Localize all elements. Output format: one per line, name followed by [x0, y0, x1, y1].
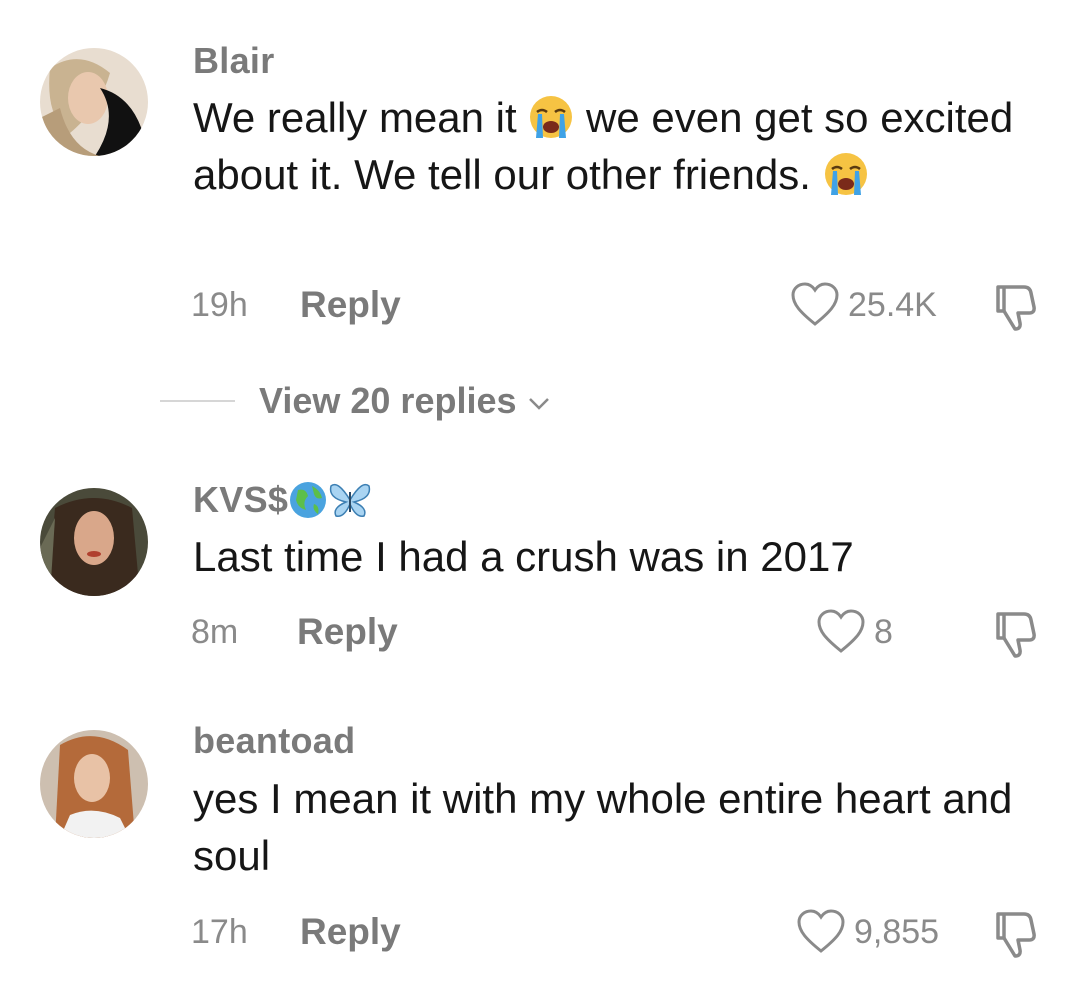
timestamp: 8m	[191, 613, 239, 651]
like-button[interactable]: 9,855	[796, 909, 939, 955]
username[interactable]: Blair	[193, 40, 275, 82]
heart-icon	[797, 909, 845, 953]
view-replies-button[interactable]: View 20 replies	[160, 380, 551, 422]
like-button[interactable]: 25.4K	[790, 282, 937, 328]
dislike-icon[interactable]	[990, 281, 1042, 333]
username[interactable]: beantoad	[193, 720, 355, 762]
chevron-down-icon	[528, 398, 549, 410]
avatar[interactable]	[40, 48, 148, 156]
reply-button[interactable]: Reply	[300, 911, 401, 953]
avatar-photo	[40, 48, 148, 156]
reply-button[interactable]: Reply	[297, 611, 398, 653]
like-count: 9,855	[854, 912, 940, 951]
loudly-crying-face-icon	[530, 96, 573, 138]
butterfly-icon	[330, 483, 371, 517]
username-text: KVS$	[193, 479, 289, 520]
comment-text: Last time I had a crush was in 2017	[193, 533, 854, 580]
timestamp: 19h	[191, 286, 248, 324]
view-replies-label: View 20 replies	[259, 380, 517, 421]
timestamp: 17h	[191, 913, 248, 951]
avatar-photo	[40, 488, 148, 596]
avatar[interactable]	[40, 730, 148, 838]
divider-line	[160, 400, 235, 402]
heart-icon	[817, 609, 865, 653]
comment-text-part: We really mean it	[193, 94, 529, 141]
avatar[interactable]	[40, 488, 148, 596]
comment-text: We really mean it we even get so excited…	[193, 89, 1053, 203]
loudly-crying-face-icon	[824, 153, 867, 195]
avatar-photo	[40, 730, 148, 838]
like-count: 25.4K	[848, 285, 937, 324]
reply-button[interactable]: Reply	[300, 284, 401, 326]
dislike-icon[interactable]	[990, 908, 1042, 960]
globe-icon	[290, 482, 327, 518]
like-count: 8	[874, 612, 893, 651]
comment-text: yes I mean it with my whole entire heart…	[193, 775, 1013, 879]
heart-icon	[791, 282, 839, 326]
username[interactable]: KVS$	[193, 479, 372, 529]
dislike-icon[interactable]	[990, 608, 1042, 660]
like-button[interactable]: 8	[816, 609, 893, 655]
